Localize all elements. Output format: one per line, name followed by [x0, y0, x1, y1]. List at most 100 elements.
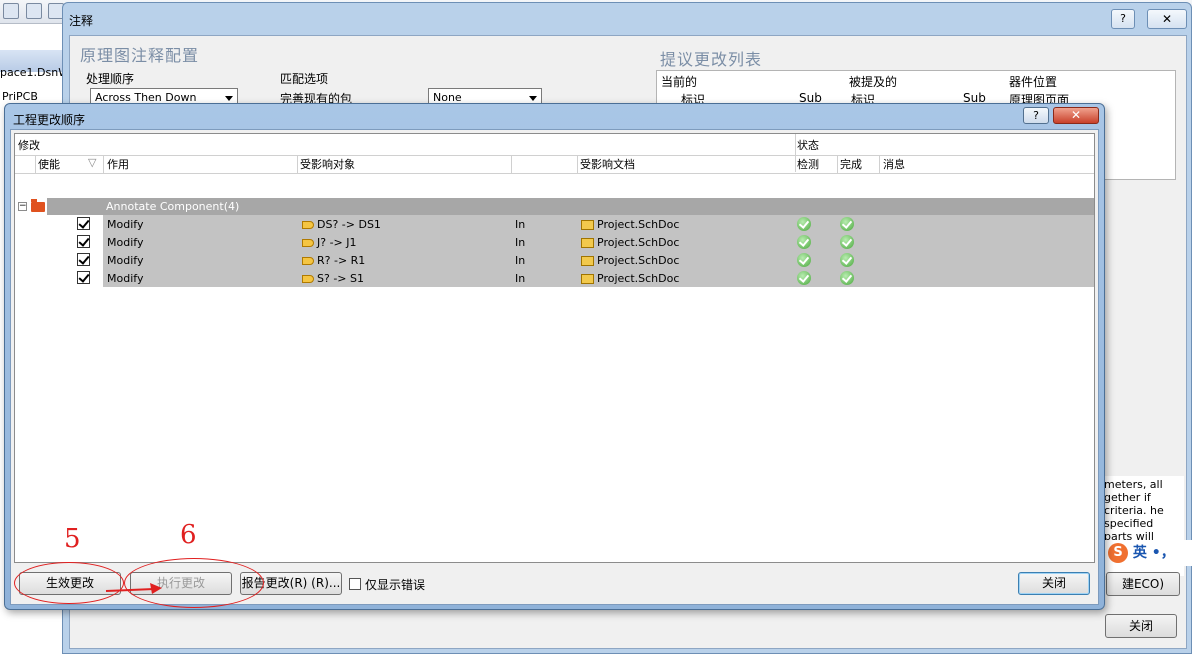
- object-cell: S? -> S1: [302, 272, 364, 285]
- object-cell: DS? -> DS1: [302, 218, 381, 231]
- table-row[interactable]: Modify R? -> R1 In Project.SchDoc: [15, 251, 1094, 269]
- folder-icon: [31, 199, 45, 212]
- done-ok-icon: [840, 235, 854, 249]
- close-button[interactable]: 关闭: [1018, 572, 1090, 595]
- document-cell: Project.SchDoc: [581, 218, 679, 231]
- group-header-modify: 修改: [18, 139, 40, 152]
- done-ok-icon: [840, 253, 854, 267]
- column-divider: [297, 155, 298, 173]
- group-header-status: 状态: [797, 139, 819, 152]
- component-icon: [302, 221, 314, 229]
- action-cell: Modify: [107, 236, 144, 249]
- column-divider: [795, 134, 796, 172]
- column-divider: [837, 155, 838, 173]
- enable-checkbox[interactable]: [77, 253, 90, 266]
- eco-dialog-title: 工程更改顺序: [13, 113, 86, 127]
- document-icon: [581, 238, 594, 248]
- direction-cell: In: [515, 218, 526, 231]
- col-affected-document[interactable]: 受影响文档: [580, 156, 635, 172]
- action-cell: Modify: [107, 254, 144, 267]
- check-ok-icon: [797, 253, 811, 267]
- table-row[interactable]: Modify DS? -> DS1 In Project.SchDoc: [15, 215, 1094, 233]
- enable-checkbox[interactable]: [77, 271, 90, 284]
- col-done[interactable]: 完成: [840, 156, 862, 172]
- document-text: Project.SchDoc: [597, 272, 680, 285]
- annotate-close-button[interactable]: 关闭: [1105, 614, 1177, 638]
- eco-dialog: 工程更改顺序 ? ✕ 修改 状态 使能 ▽ 作用 受影响对象 受影响文档 检测 …: [4, 103, 1105, 610]
- project-label[interactable]: PriPCB: [2, 90, 38, 103]
- sogou-icon: S: [1108, 543, 1128, 563]
- close-window-button[interactable]: ✕: [1147, 9, 1187, 29]
- only-errors-label: 仅显示错误: [365, 578, 426, 592]
- schematic-annotation-heading: 原理图注释配置: [80, 46, 200, 65]
- help-button[interactable]: ?: [1023, 107, 1049, 124]
- chevron-down-icon: [225, 96, 233, 101]
- step-6-label: 6: [180, 520, 197, 550]
- direction-cell: In: [515, 272, 526, 285]
- action-cell: Modify: [107, 272, 144, 285]
- document-text: Project.SchDoc: [597, 218, 680, 231]
- save-icon[interactable]: [3, 3, 19, 19]
- column-divider: [577, 155, 578, 173]
- chevron-down-icon: [529, 96, 537, 101]
- document-icon: [581, 274, 594, 284]
- document-cell: Project.SchDoc: [581, 254, 679, 267]
- col-check[interactable]: 检测: [797, 156, 819, 172]
- col-location: 器件位置: [1009, 75, 1058, 89]
- close-window-button[interactable]: ✕: [1053, 107, 1099, 124]
- col-proposed: 被提及的: [849, 75, 898, 89]
- check-ok-icon: [797, 271, 811, 285]
- group-row-annotate-component[interactable]: Annotate Component(4): [47, 198, 1094, 215]
- direction-cell: In: [515, 254, 526, 267]
- check-ok-icon: [797, 217, 811, 231]
- col-action[interactable]: 作用: [107, 156, 129, 172]
- group-row-label: Annotate Component(4): [106, 200, 240, 213]
- enable-checkbox[interactable]: [77, 217, 90, 230]
- arrow-icon: [105, 583, 162, 594]
- object-cell: J? -> J1: [302, 236, 357, 249]
- ime-mode-label: 英 •，: [1132, 545, 1175, 561]
- col-message[interactable]: 消息: [883, 156, 905, 172]
- direction-cell: In: [515, 236, 526, 249]
- create-eco-button[interactable]: 建ECO): [1106, 572, 1180, 596]
- col-enable[interactable]: 使能: [38, 156, 60, 172]
- document-cell: Project.SchDoc: [581, 272, 679, 285]
- step-5-label: 5: [64, 524, 81, 554]
- header-divider: [15, 155, 1094, 156]
- col-current: 当前的: [661, 75, 698, 89]
- header-bottom-divider: [15, 173, 1094, 174]
- enable-checkbox[interactable]: [77, 235, 90, 248]
- table-row[interactable]: Modify S? -> S1 In Project.SchDoc: [15, 269, 1094, 287]
- filter-icon[interactable]: ▽: [88, 156, 96, 169]
- eco-dialog-body: 修改 状态 使能 ▽ 作用 受影响对象 受影响文档 检测 完成 消息 − Ann…: [10, 129, 1099, 605]
- object-text: DS? -> DS1: [317, 218, 381, 231]
- match-options-label: 匹配选项: [280, 72, 329, 86]
- print-icon[interactable]: [26, 3, 42, 19]
- only-errors-checkbox[interactable]: [349, 578, 361, 590]
- proposed-changes-heading: 提议更改列表: [660, 50, 763, 69]
- changes-grid: 修改 状态 使能 ▽ 作用 受影响对象 受影响文档 检测 完成 消息 − Ann…: [14, 133, 1095, 563]
- component-icon: [302, 257, 314, 265]
- object-cell: R? -> R1: [302, 254, 365, 267]
- document-text: Project.SchDoc: [597, 254, 680, 267]
- col-affected-object[interactable]: 受影响对象: [300, 156, 355, 172]
- object-text: J? -> J1: [317, 236, 357, 249]
- column-divider: [879, 155, 880, 173]
- object-text: S? -> S1: [317, 272, 364, 285]
- document-icon: [581, 256, 594, 266]
- action-cell: Modify: [107, 218, 144, 231]
- table-row[interactable]: Modify J? -> J1 In Project.SchDoc: [15, 233, 1094, 251]
- annotate-dialog-title: 注释: [69, 14, 94, 28]
- component-icon: [302, 239, 314, 247]
- collapse-toggle[interactable]: −: [18, 202, 27, 211]
- check-ok-icon: [797, 235, 811, 249]
- ime-toolbar[interactable]: S 英 •，: [1104, 540, 1192, 566]
- column-divider: [103, 155, 104, 173]
- done-ok-icon: [840, 271, 854, 285]
- done-ok-icon: [840, 217, 854, 231]
- component-icon: [302, 275, 314, 283]
- document-text: Project.SchDoc: [597, 236, 680, 249]
- order-label: 处理顺序: [86, 72, 135, 86]
- document-cell: Project.SchDoc: [581, 236, 679, 249]
- help-button[interactable]: ?: [1111, 9, 1135, 29]
